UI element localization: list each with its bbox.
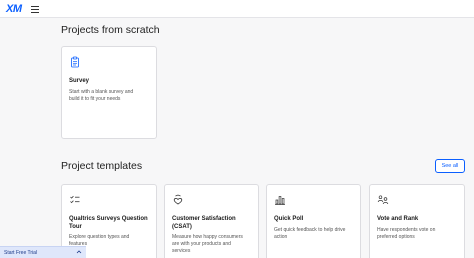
card-title: Quick Poll (274, 216, 304, 222)
card-description: Get quick feedback to help drive (274, 227, 346, 233)
card-quick-poll[interactable]: Quick Poll Get quick feedback to help dr… (266, 184, 361, 258)
card-title: Customer Satisfaction (172, 216, 236, 222)
hamburger-menu-icon[interactable] (30, 4, 40, 14)
card-title: Vote and Rank (377, 216, 419, 222)
section-title-templates: Project templates (61, 160, 143, 172)
card-description: build it to fit your needs (69, 96, 121, 102)
card-description: Measure how happy consumers (172, 234, 243, 240)
chevron-up-icon[interactable] (76, 249, 82, 255)
card-title: Tour (69, 223, 82, 230)
checklist-icon (70, 195, 80, 204)
clipboard-icon (71, 56, 79, 68)
heart-hand-icon (173, 194, 183, 205)
card-survey[interactable]: Survey Start with a blank survey and bui… (61, 46, 157, 139)
people-vote-icon (377, 195, 389, 205)
card-description: Start with a blank survey and (69, 89, 134, 95)
card-title: Qualtrics Surveys Question (69, 216, 148, 222)
see-all-button[interactable]: See all (435, 159, 465, 173)
start-free-trial-bar[interactable]: Start Free Trial (0, 246, 86, 258)
card-title: (CSAT) (172, 223, 192, 230)
main-content: Projects from scratch Survey Start with … (0, 19, 474, 258)
trial-bar-label: Start Free Trial (4, 250, 38, 256)
bar-chart-icon (275, 196, 285, 205)
card-description: Explore question types and (69, 234, 130, 240)
xm-logo[interactable]: XM (6, 2, 22, 16)
card-description: are with your products and (172, 241, 231, 247)
card-description: Have respondents vote on (377, 227, 436, 233)
top-navigation-bar: XM (0, 0, 474, 18)
section-title-scratch: Projects from scratch (61, 24, 160, 36)
card-title: Survey (69, 78, 90, 84)
card-description: services (172, 248, 191, 254)
card-vote-rank[interactable]: Vote and Rank Have respondents vote on p… (369, 184, 465, 258)
card-description: preferred options (377, 234, 415, 240)
card-csat[interactable]: Customer Satisfaction (CSAT) Measure how… (164, 184, 259, 258)
card-description: action (274, 234, 288, 240)
